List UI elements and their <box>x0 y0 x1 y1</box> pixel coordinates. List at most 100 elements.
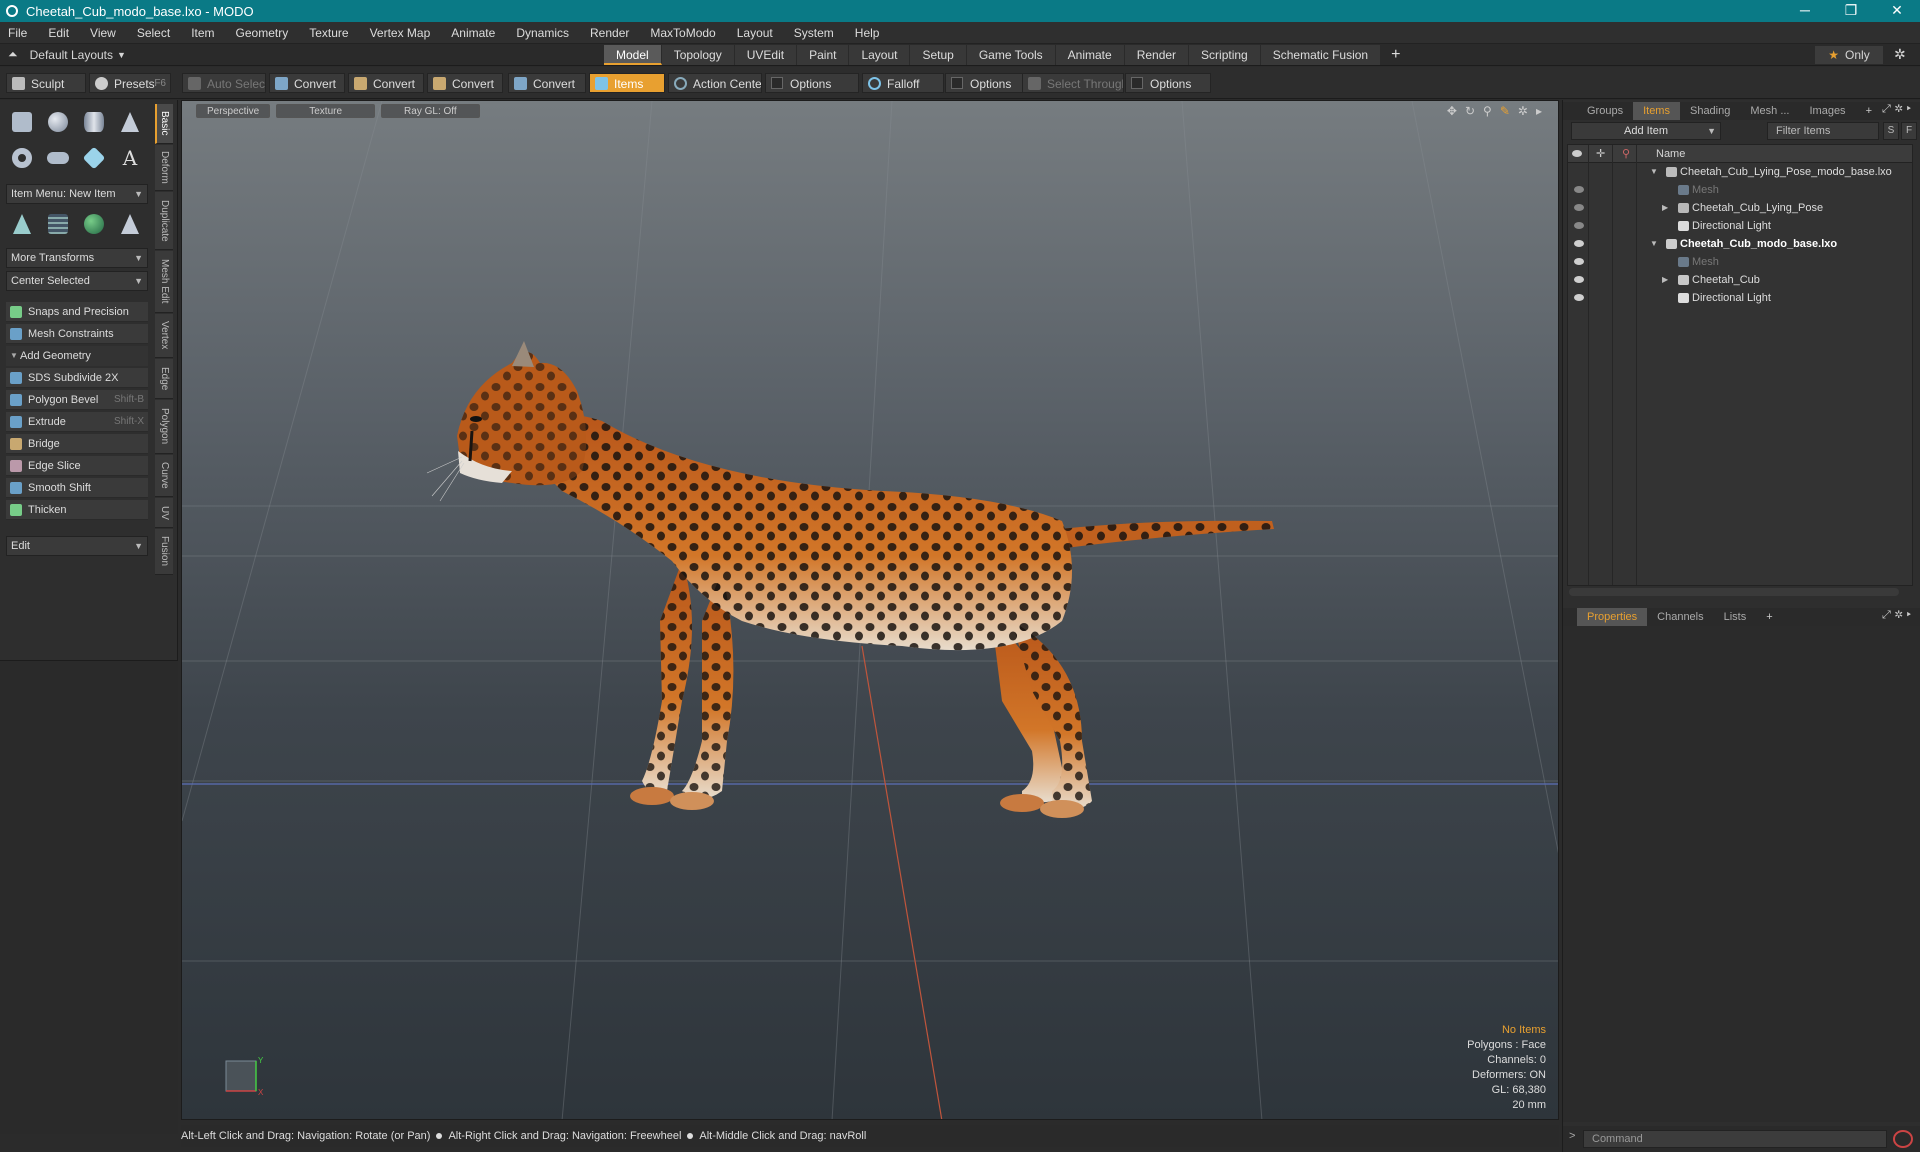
tree-row-lying-pose-scene[interactable]: ▼ Cheetah_Cub_Lying_Pose_modo_base.lxo <box>1568 163 1912 181</box>
maximize-button[interactable]: ❐ <box>1828 0 1874 22</box>
visibility-column-icon[interactable] <box>1572 150 1582 157</box>
menu-dynamics[interactable]: Dynamics <box>516 26 569 40</box>
filter-items-input[interactable]: Filter Items <box>1767 122 1879 140</box>
minimize-button[interactable]: ─ <box>1782 0 1828 22</box>
action-options-button[interactable]: Options <box>765 73 859 93</box>
tab-paint[interactable]: Paint <box>797 45 850 65</box>
globe-icon[interactable] <box>78 208 110 240</box>
menu-render[interactable]: Render <box>590 26 629 40</box>
vtab-mesh-edit[interactable]: Mesh Edit <box>155 251 173 313</box>
select-through-button[interactable]: Select Through <box>1022 73 1124 93</box>
expand-triangle-icon[interactable]: ▶ <box>1662 199 1668 217</box>
mesh-constraints-button[interactable]: Mesh Constraints <box>6 324 148 344</box>
add-geometry-header[interactable]: ▼ Add Geometry <box>6 346 148 366</box>
tree-row-mesh[interactable]: Mesh <box>1568 253 1912 271</box>
perspective-button[interactable]: Perspective <box>196 104 271 118</box>
menu-maxtomodo[interactable]: MaxToModo <box>650 26 715 40</box>
falloff-options-checkbox[interactable] <box>951 77 963 89</box>
select-options-checkbox[interactable] <box>1131 77 1143 89</box>
add-scene-tab-button[interactable]: + <box>1856 102 1882 120</box>
center-selected-dropdown[interactable]: Center Selected ▼ <box>6 271 148 291</box>
settings-icon[interactable]: ✲ <box>1518 104 1528 118</box>
tab-properties[interactable]: Properties <box>1577 608 1648 626</box>
falloff-options-button[interactable]: Options <box>945 73 1025 93</box>
edge-slice-button[interactable]: Edge Slice <box>6 456 148 476</box>
rotate-icon[interactable]: ↻ <box>1465 104 1475 118</box>
vtab-basic[interactable]: Basic <box>155 104 173 144</box>
name-column-header[interactable]: Name <box>1656 145 1685 163</box>
visibility-eye-icon[interactable] <box>1574 186 1584 193</box>
gear-icon[interactable]: ✲ <box>1894 46 1906 63</box>
tab-images[interactable]: Images <box>1799 102 1855 120</box>
vtab-polygon[interactable]: Polygon <box>155 400 173 454</box>
menu-system[interactable]: System <box>794 26 834 40</box>
raygl-button[interactable]: Ray GL: Off <box>381 104 480 118</box>
vtab-edge[interactable]: Edge <box>155 359 173 399</box>
s-filter-button[interactable]: S <box>1883 122 1899 140</box>
cone-icon[interactable] <box>114 106 146 138</box>
tab-setup[interactable]: Setup <box>910 45 967 65</box>
capsule-icon[interactable] <box>42 142 74 174</box>
action-center-button[interactable]: Action Center <box>668 73 762 93</box>
f-filter-button[interactable]: F <box>1901 122 1917 140</box>
convert-materials-button[interactable]: Convert <box>508 73 586 93</box>
lock-column-icon[interactable]: ✛ <box>1596 145 1605 163</box>
pyramid-icon[interactable] <box>114 208 146 240</box>
menu-item[interactable]: Item <box>191 26 214 40</box>
close-button[interactable]: ✕ <box>1874 0 1920 22</box>
text-tool-icon[interactable]: A <box>114 142 146 174</box>
visibility-eye-icon[interactable] <box>1574 258 1584 265</box>
expand-triangle-icon[interactable]: ▼ <box>1650 235 1658 253</box>
extrude-button[interactable]: Extrude Shift-X <box>6 412 148 432</box>
tab-topology[interactable]: Topology <box>661 45 735 65</box>
tab-render[interactable]: Render <box>1124 45 1190 65</box>
maximize-panel-icon[interactable]: ⤢ <box>1882 103 1895 115</box>
items-mode-button[interactable]: Items <box>589 73 665 93</box>
select-options-button[interactable]: Options <box>1125 73 1211 93</box>
tab-mesh[interactable]: Mesh ... <box>1740 102 1799 120</box>
record-macro-icon[interactable] <box>1893 1130 1913 1148</box>
pen-tool-icon[interactable] <box>78 142 110 174</box>
grid-icon[interactable] <box>42 208 74 240</box>
bridge-button[interactable]: Bridge <box>6 434 148 454</box>
item-menu-dropdown[interactable]: Item Menu: New Item ▼ <box>6 184 148 204</box>
expand-arrow-icon[interactable]: ▸ <box>1536 104 1542 118</box>
menu-edit[interactable]: Edit <box>48 26 69 40</box>
expand-triangle-icon[interactable]: ▶ <box>1662 271 1668 289</box>
tab-schematic-fusion[interactable]: Schematic Fusion <box>1260 45 1382 65</box>
maximize-panel-icon[interactable]: ⤢ <box>1882 609 1895 621</box>
tab-shading[interactable]: Shading <box>1680 102 1740 120</box>
menu-view[interactable]: View <box>90 26 116 40</box>
menu-texture[interactable]: Texture <box>309 26 348 40</box>
menu-vertex-map[interactable]: Vertex Map <box>370 26 431 40</box>
tab-uvedit[interactable]: UVEdit <box>734 45 798 65</box>
tree-row-base-scene[interactable]: ▼ Cheetah_Cub_modo_base.lxo <box>1568 235 1912 253</box>
layout-dropdown[interactable]: ⏶ Default Layouts ▼ <box>8 47 126 62</box>
pen-icon[interactable]: ✎ <box>1500 104 1510 118</box>
tab-groups[interactable]: Groups <box>1577 102 1633 120</box>
expand-triangle-icon[interactable]: ▼ <box>1650 163 1658 181</box>
tab-scripting[interactable]: Scripting <box>1189 45 1261 65</box>
presets-button[interactable]: Presets F6 <box>89 73 171 93</box>
menu-file[interactable]: File <box>8 26 27 40</box>
texture-button[interactable]: Texture <box>276 104 376 118</box>
sculpt-button[interactable]: Sculpt <box>6 73 86 93</box>
command-history-arrow-icon[interactable]: > <box>1569 1130 1575 1142</box>
type-column-icon[interactable]: ⚲ <box>1622 145 1630 163</box>
panel-gear-icon[interactable]: ✲ <box>1895 103 1907 115</box>
tree-row-directional-light[interactable]: Directional Light <box>1568 217 1912 235</box>
panel-arrow-icon[interactable]: ▸ <box>1907 609 1915 621</box>
vtab-uv[interactable]: UV <box>155 498 173 528</box>
visibility-eye-icon[interactable] <box>1574 240 1584 247</box>
cylinder-icon[interactable] <box>78 106 110 138</box>
convert-edges-button[interactable]: Convert <box>348 73 424 93</box>
horizontal-scrollbar[interactable] <box>1569 588 1899 596</box>
convert-polygons-button[interactable]: Convert <box>427 73 503 93</box>
visibility-eye-icon[interactable] <box>1574 294 1584 301</box>
tree-row-directional-light[interactable]: Directional Light <box>1568 289 1912 307</box>
vtab-duplicate[interactable]: Duplicate <box>155 192 173 250</box>
transform-icon[interactable] <box>6 208 38 240</box>
only-toggle[interactable]: ★ Only <box>1815 46 1883 64</box>
menu-layout[interactable]: Layout <box>737 26 773 40</box>
visibility-eye-icon[interactable] <box>1574 222 1584 229</box>
